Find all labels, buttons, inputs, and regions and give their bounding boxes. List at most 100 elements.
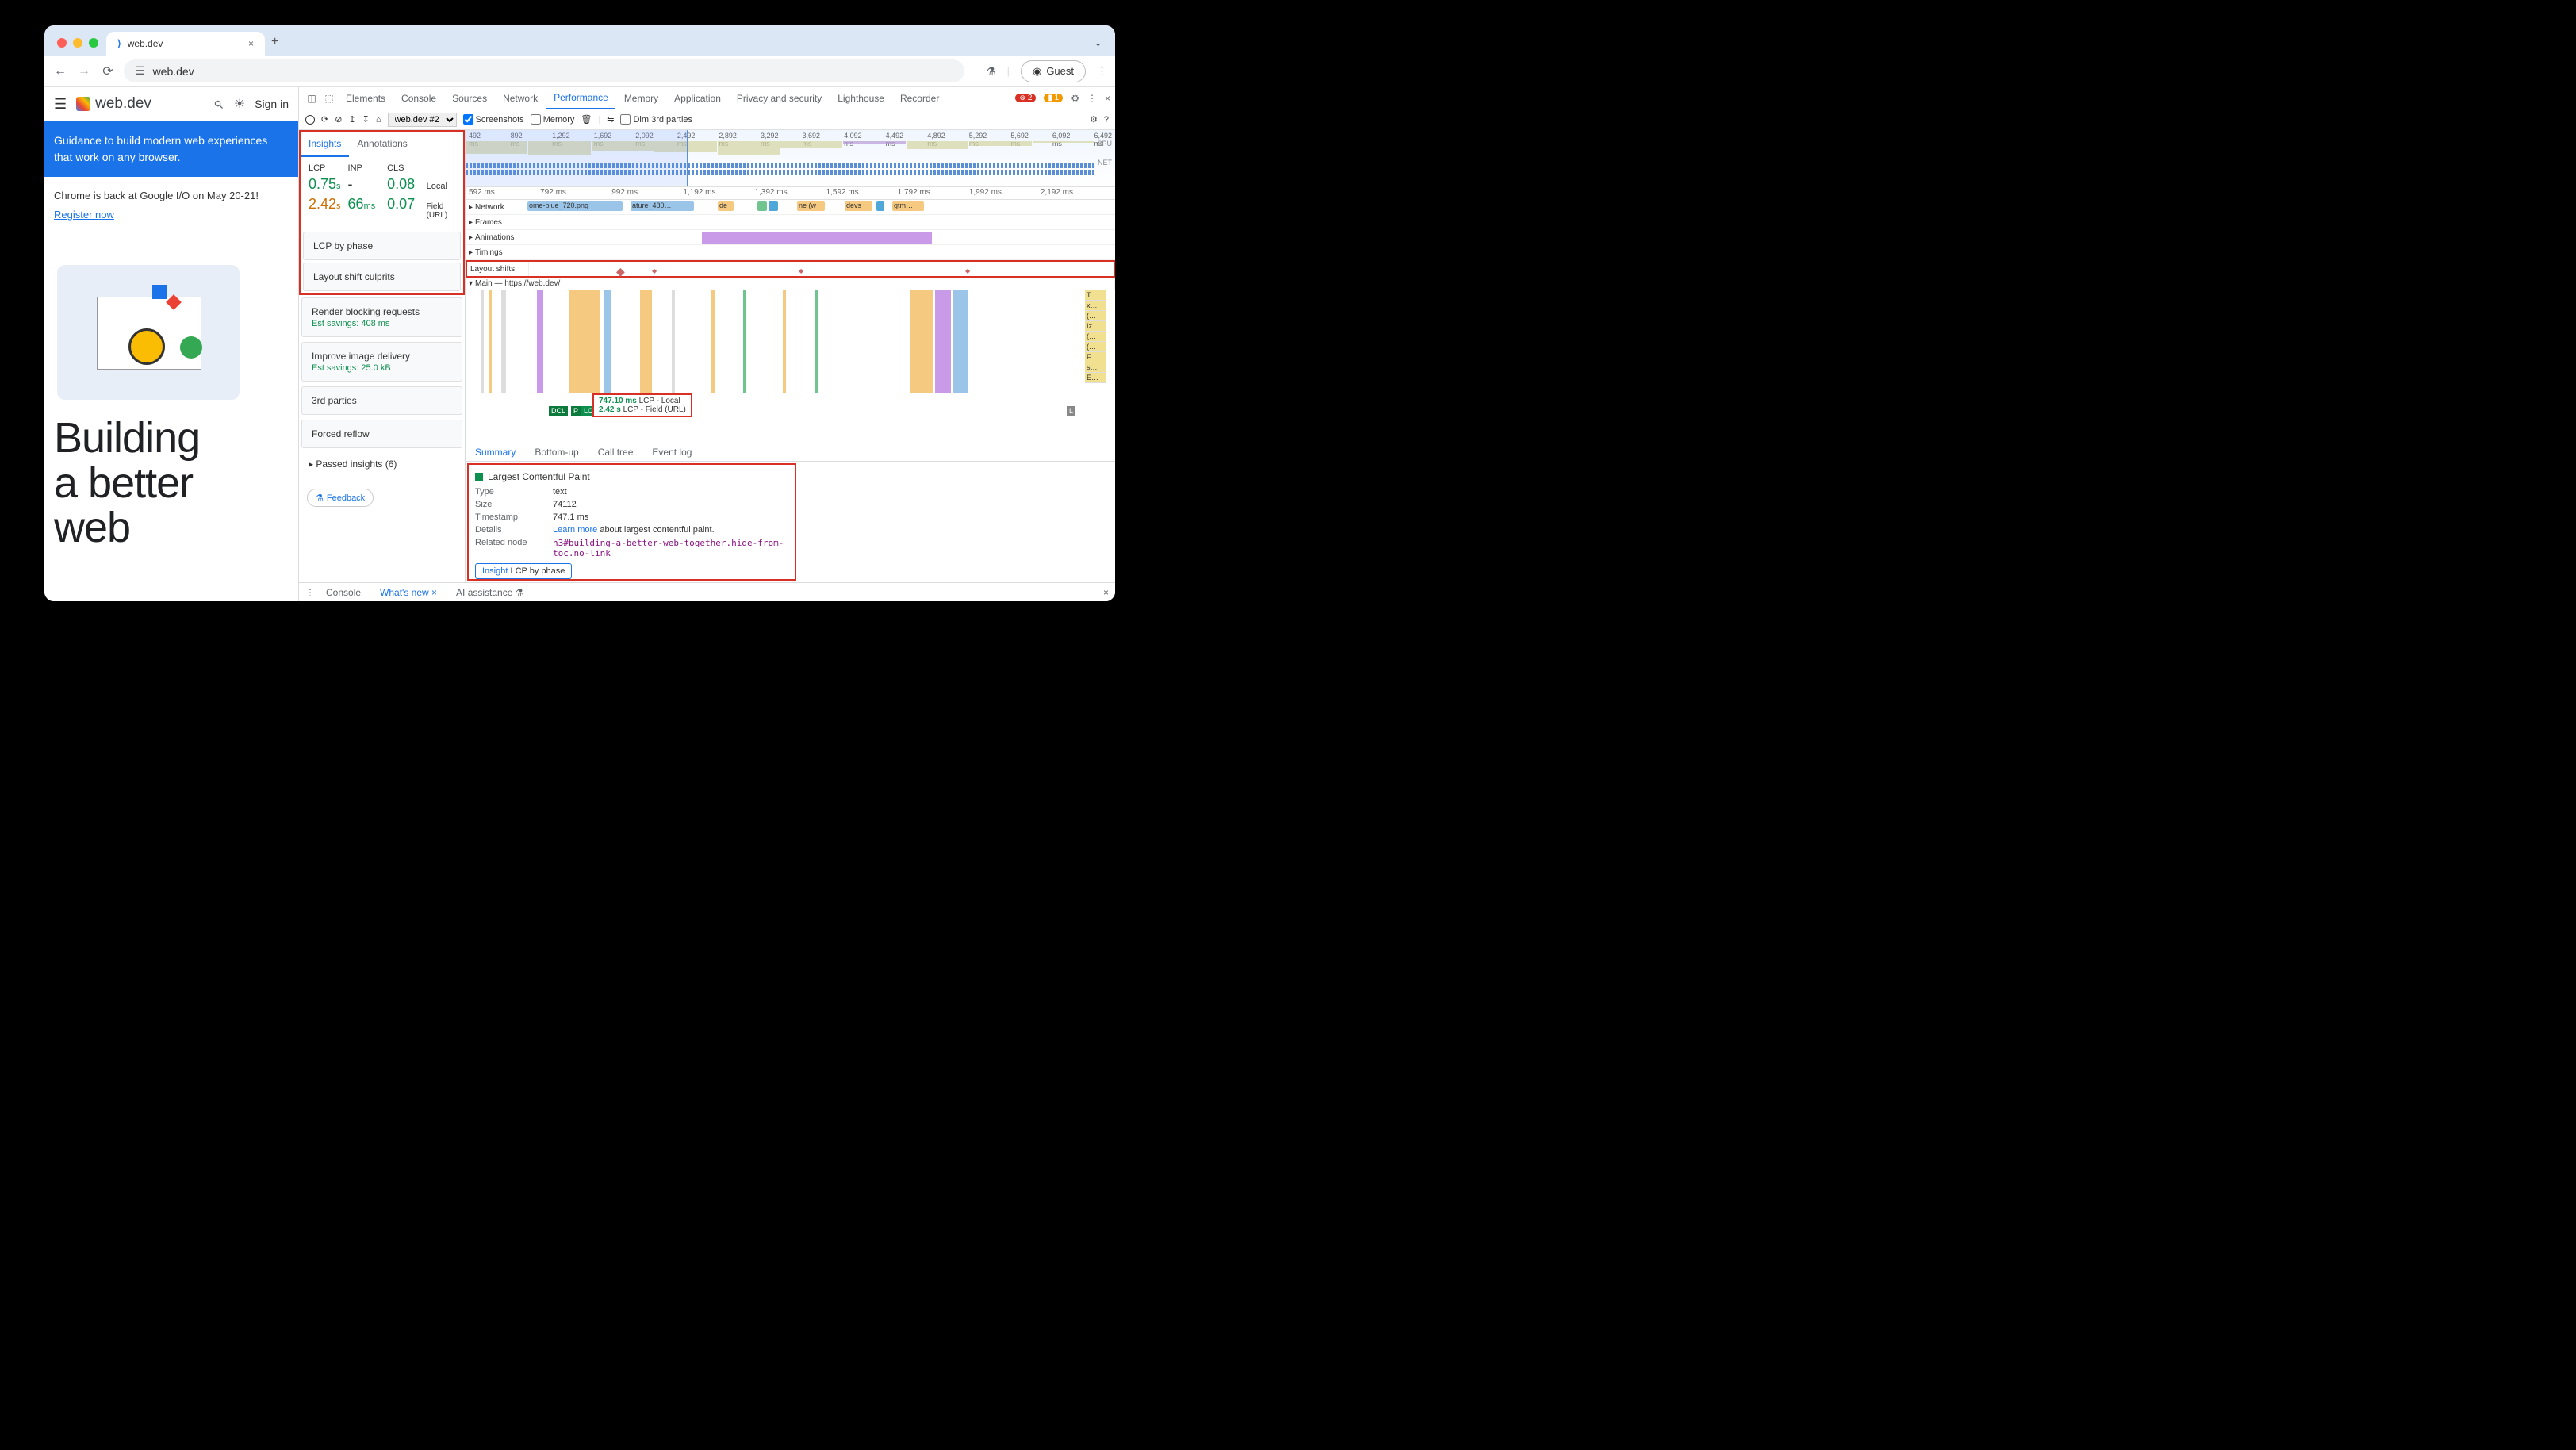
- tab-network[interactable]: Network: [496, 88, 545, 109]
- download-button[interactable]: ↧: [362, 114, 370, 125]
- drawer-ai-tab[interactable]: AI assistance ⚗: [448, 585, 531, 600]
- close-window-button[interactable]: [57, 38, 67, 48]
- insight-cls-culprits[interactable]: Layout shift culprits: [303, 263, 461, 291]
- passed-insights[interactable]: ▸ Passed insights (6): [299, 451, 465, 478]
- error-count-badge[interactable]: ⊗ 2: [1015, 94, 1036, 102]
- sign-in-link[interactable]: Sign in: [255, 98, 289, 110]
- profile-button[interactable]: ◉ Guest: [1021, 60, 1086, 82]
- reload-button[interactable]: ⟳: [100, 63, 116, 79]
- insight-3rd-parties[interactable]: 3rd parties: [301, 386, 462, 415]
- timeline-overview[interactable]: 492 ms892 ms1,292 ms1,692 ms2,092 ms2,49…: [466, 130, 1115, 187]
- l-marker: L: [1067, 406, 1075, 416]
- recording-select[interactable]: web.dev #2: [388, 113, 457, 127]
- forward-button[interactable]: →: [76, 64, 92, 79]
- settings-icon[interactable]: ⚙: [1071, 93, 1079, 104]
- lcp-color-icon: [475, 473, 483, 481]
- gc-icon[interactable]: 🗑: [581, 114, 592, 125]
- logo-mark-icon: [76, 97, 90, 111]
- memory-checkbox[interactable]: Memory: [531, 114, 575, 125]
- frames-track[interactable]: ▸ Frames: [466, 215, 1115, 230]
- annotations-tab[interactable]: Annotations: [349, 132, 415, 157]
- drawer-menu-icon[interactable]: ⋮: [305, 587, 315, 598]
- register-link[interactable]: Register now: [54, 207, 289, 223]
- devtools-drawer: ⋮ Console What's new × AI assistance ⚗ ×: [299, 582, 1115, 601]
- network-track[interactable]: ▸ Network ome-blue_720.png ature_480… de…: [466, 200, 1115, 215]
- local-inp-value: -: [348, 176, 385, 193]
- record-button[interactable]: [305, 115, 315, 125]
- collapse-icon[interactable]: ⇋: [607, 114, 614, 125]
- close-devtools-button[interactable]: ×: [1105, 93, 1110, 104]
- feedback-button[interactable]: ⚗ Feedback: [307, 489, 374, 507]
- insight-link-pill[interactable]: Insight LCP by phase: [475, 563, 572, 579]
- tab-recorder[interactable]: Recorder: [893, 88, 946, 109]
- theme-toggle-icon[interactable]: ☀: [234, 96, 245, 112]
- drawer-console-tab[interactable]: Console: [318, 585, 369, 600]
- drawer-close-button[interactable]: ×: [1103, 587, 1109, 598]
- labs-icon[interactable]: ⚗: [987, 65, 996, 78]
- site-info-icon[interactable]: ☰: [135, 64, 145, 78]
- related-node[interactable]: h3#building-a-better-web-together.hide-f…: [553, 538, 788, 558]
- menu-icon[interactable]: ☰: [54, 96, 67, 113]
- site-logo[interactable]: web.dev: [76, 95, 151, 113]
- flame-chart[interactable]: T…x…(…Iz(…(…Fs…E… DCL P LCP L 747.10 ms …: [466, 290, 1115, 417]
- devtools-menu-icon[interactable]: ⋮: [1087, 93, 1097, 104]
- timeline-ruler[interactable]: 592 ms792 ms992 ms1,192 ms1,392 ms1,592 …: [466, 187, 1115, 200]
- tab-sources[interactable]: Sources: [445, 88, 494, 109]
- tab-lighthouse[interactable]: Lighthouse: [830, 88, 891, 109]
- device-icon[interactable]: ⬚: [321, 90, 337, 107]
- lcp-callout: 747.10 ms LCP - Local 2.42 s LCP - Field…: [592, 393, 692, 417]
- reload-record-button[interactable]: ⟳: [321, 114, 328, 125]
- tab-event-log[interactable]: Event log: [642, 443, 701, 461]
- tab-application[interactable]: Application: [667, 88, 728, 109]
- perf-settings-icon[interactable]: ⚙: [1090, 114, 1098, 125]
- back-button[interactable]: ←: [52, 64, 68, 79]
- help-icon[interactable]: ?: [1104, 115, 1109, 125]
- summary-timestamp: 747.1 ms: [553, 512, 788, 522]
- dim-checkbox[interactable]: Dim 3rd parties: [620, 114, 692, 125]
- hero-line: Building: [54, 416, 289, 461]
- clear-button[interactable]: ⊘: [335, 114, 342, 125]
- tab-bottom-up[interactable]: Bottom-up: [525, 443, 588, 461]
- url-text: web.dev: [153, 65, 194, 78]
- main-thread-track[interactable]: ▾ Main — https://web.dev/: [466, 278, 1115, 290]
- insight-image-delivery[interactable]: Improve image delivery Est savings: 25.0…: [301, 342, 462, 382]
- tab-elements[interactable]: Elements: [339, 88, 393, 109]
- tab-memory[interactable]: Memory: [617, 88, 665, 109]
- url-input[interactable]: ☰ web.dev: [124, 59, 964, 82]
- insight-forced-reflow[interactable]: Forced reflow: [301, 420, 462, 448]
- tab-bar: ⟩ web.dev × + ⌄: [44, 25, 1115, 56]
- inspect-icon[interactable]: ◫: [304, 90, 320, 107]
- field-cls-value: 0.07: [387, 196, 424, 213]
- timeline-tracks[interactable]: ▸ Network ome-blue_720.png ature_480… de…: [466, 200, 1115, 443]
- animations-track[interactable]: ▸ Animations: [466, 230, 1115, 245]
- tab-summary[interactable]: Summary: [466, 443, 525, 461]
- close-tab-button[interactable]: ×: [248, 38, 254, 49]
- timings-track[interactable]: ▸ Timings: [466, 245, 1115, 260]
- insights-tab[interactable]: Insights: [301, 132, 349, 157]
- local-lcp-value: 0.75s: [309, 176, 345, 193]
- tabs-dropdown-button[interactable]: ⌄: [1094, 36, 1102, 49]
- timeline-area: 492 ms892 ms1,292 ms1,692 ms2,092 ms2,49…: [466, 130, 1115, 582]
- insight-lcp-phase[interactable]: LCP by phase: [303, 232, 461, 260]
- tab-call-tree[interactable]: Call tree: [588, 443, 643, 461]
- tab-privacy[interactable]: Privacy and security: [730, 88, 829, 109]
- tab-console[interactable]: Console: [394, 88, 443, 109]
- home-icon[interactable]: ⌂: [376, 115, 381, 125]
- learn-more-link[interactable]: Learn more: [553, 525, 597, 535]
- maximize-window-button[interactable]: [89, 38, 98, 48]
- browser-tab[interactable]: ⟩ web.dev ×: [106, 32, 265, 56]
- drawer-whatsnew-tab[interactable]: What's new ×: [372, 585, 445, 600]
- tab-performance[interactable]: Performance: [546, 87, 615, 109]
- insight-render-blocking[interactable]: Render blocking requests Est savings: 40…: [301, 297, 462, 337]
- browser-menu-button[interactable]: ⋮: [1097, 65, 1107, 78]
- screenshots-checkbox[interactable]: Screenshots: [463, 114, 524, 125]
- search-icon[interactable]: [213, 98, 224, 110]
- flame-side-labels: T…x…(…Iz(…(…Fs…E…: [1085, 290, 1106, 383]
- perf-toolbar: ⟳ ⊘ ↥ ↧ ⌂ web.dev #2 Screenshots Memory …: [299, 109, 1115, 130]
- field-lcp-value: 2.42s: [309, 196, 345, 213]
- minimize-window-button[interactable]: [73, 38, 82, 48]
- layout-shifts-track[interactable]: Layout shifts ◆ ◆ ◆ ◆: [466, 260, 1115, 278]
- upload-button[interactable]: ↥: [348, 114, 355, 125]
- new-tab-button[interactable]: +: [271, 35, 278, 49]
- warning-count-badge[interactable]: ▮ 1: [1044, 94, 1063, 102]
